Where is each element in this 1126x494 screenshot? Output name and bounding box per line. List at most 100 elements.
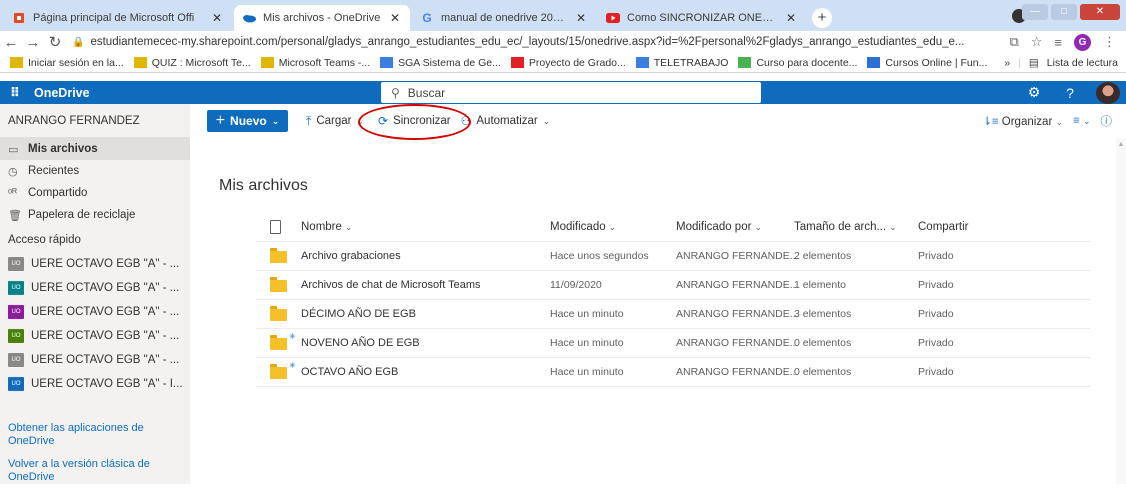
sync-button[interactable]: ⟳ Sincronizar (358, 104, 472, 140)
scrollbar[interactable]: ▲ (1116, 138, 1126, 484)
quick-access-item[interactable]: UO UERE OCTAVO EGB "A" - I... (0, 372, 190, 396)
upload-label: Cargar (316, 115, 352, 127)
site-icon: UO (8, 257, 24, 271)
table-row[interactable]: ✳ OCTAVO AÑO EGB Hace un minuto ANRANGO FER… (256, 358, 1090, 387)
onedrive-icon (242, 11, 256, 25)
office-icon (12, 11, 26, 25)
bookmark-item[interactable]: Proyecto de Grado... (510, 57, 626, 69)
quick-access-item[interactable]: UO UERE OCTAVO EGB "A" - ... (0, 276, 190, 300)
bookmark-item[interactable]: TELETRABAJO (635, 57, 728, 69)
browser-tab-youtube[interactable]: Como SINCRONIZAR ONEDRIVE ✕ (598, 5, 806, 31)
close-tab-icon[interactable]: ✕ (390, 11, 402, 25)
star-icon[interactable]: ☆ (1031, 34, 1043, 50)
forward-arrow-icon[interactable]: → (22, 34, 44, 51)
bookmark-icon (380, 57, 394, 68)
tab-title: Como SINCRONIZAR ONEDRIVE (627, 12, 780, 24)
bookmark-item[interactable]: Microsoft Teams -... (260, 57, 370, 69)
bookmark-icon (510, 57, 524, 68)
onedrive-brand[interactable]: OneDrive (34, 86, 90, 100)
profile-avatar[interactable]: G (1074, 33, 1091, 51)
view-options-button[interactable]: ≡ ⌄ (1073, 115, 1090, 127)
scroll-up-icon[interactable]: ▲ (1116, 141, 1126, 148)
column-name[interactable]: Nombre ⌄ (301, 221, 352, 233)
reading-list-label[interactable]: Lista de lectura (1047, 57, 1118, 69)
app-launcher-icon[interactable]: ⠿ (0, 85, 30, 101)
reload-icon[interactable]: ↻ (44, 33, 66, 51)
search-input[interactable]: ⚲ Buscar (381, 82, 761, 103)
column-modified[interactable]: Modificado ⌄ (550, 221, 616, 233)
quick-access-item[interactable]: UO UERE OCTAVO EGB "A" - ... (0, 300, 190, 324)
browser-tab-onedrive[interactable]: Mis archivos - OneDrive ✕ (234, 5, 410, 31)
folder-icon: ▭ (8, 143, 19, 156)
maximize-icon[interactable]: □ (1051, 4, 1077, 20)
bookmark-item[interactable]: Cursos Online | Fun... (867, 57, 987, 69)
folder-icon (270, 248, 287, 263)
column-label: Modificado (550, 221, 606, 233)
close-window-icon[interactable]: ✕ (1080, 4, 1120, 20)
bookmarks-bar: Iniciar sesión en la... QUIZ : Microsoft … (0, 53, 1126, 73)
cell-name[interactable]: Archivo grabaciones (301, 250, 401, 262)
cell-sharing: Privado (918, 308, 954, 320)
file-type-icon[interactable] (270, 220, 281, 234)
cell-name[interactable]: DÉCIMO AÑO DE EGB (301, 308, 416, 320)
sort-icon: ⇂≡ (982, 116, 999, 128)
sidebar-item-compartido[interactable]: ᵒᴿ Compartido (0, 182, 190, 204)
sort-button[interactable]: ⇂≡ Organizar ⌄ (982, 114, 1063, 128)
bookmark-label: Cursos Online | Fun... (885, 56, 988, 69)
cell-name[interactable]: Archivos de chat de Microsoft Teams (301, 279, 481, 291)
lock-icon[interactable]: 🔒 (72, 37, 84, 48)
table-row[interactable]: DÉCIMO AÑO DE EGB Hace un minuto ANRANGO F… (256, 300, 1090, 329)
cell-name[interactable]: NOVENO AÑO DE EGB (301, 337, 420, 349)
sidebar-item-mis-archivos[interactable]: ▭ Mis archivos (0, 138, 190, 160)
bookmark-item[interactable]: Curso para docente... (738, 57, 857, 69)
minimize-icon[interactable]: — (1022, 4, 1048, 20)
bookmark-label: SGA Sistema de Ge... (398, 56, 501, 69)
quick-access-item[interactable]: UO UERE OCTAVO EGB "A" - ... (0, 252, 190, 276)
table-row[interactable]: Archivos de chat de Microsoft Teams 11/09… (256, 271, 1090, 300)
column-sharing[interactable]: Compartir (918, 221, 968, 233)
upload-button[interactable]: ⤒ Cargar ⌄ (306, 114, 364, 129)
bookmark-label: Curso para docente... (756, 56, 858, 69)
sidebar-item-papelera-de-reciclaje[interactable]: 🗑 Papelera de reciclaje (0, 204, 190, 226)
tab-title: manual de onedrive 2021 - Busca (441, 12, 570, 24)
automate-button[interactable]: ⚇ Automatizar ⌄ (461, 114, 551, 128)
cell-modified: Hace un minuto (550, 308, 624, 320)
table-row[interactable]: ✳ NOVENO AÑO DE EGB Hace un minuto ANRANGO … (256, 329, 1090, 358)
info-icon[interactable]: ⓘ (1101, 113, 1113, 129)
column-size[interactable]: Tamaño de arch... ⌄ (794, 221, 897, 233)
quick-access-item[interactable]: UO UERE OCTAVO EGB "A" - ... (0, 348, 190, 372)
column-modified-by[interactable]: Modificado por ⌄ (676, 221, 762, 233)
menu-kebab-icon[interactable]: ⋮ (1103, 34, 1116, 50)
more-bookmarks-icon[interactable]: » (1004, 57, 1010, 69)
chevron-down-icon: ⌄ (754, 222, 762, 232)
help-icon[interactable]: ? (1060, 85, 1080, 101)
cell-name[interactable]: OCTAVO AÑO EGB (301, 366, 398, 378)
avatar[interactable] (1096, 81, 1120, 104)
close-tab-icon[interactable]: ✕ (212, 11, 224, 25)
quick-access-label: UERE OCTAVO EGB "A" - ... (31, 282, 180, 294)
chevron-down-icon: ⌄ (889, 222, 897, 232)
bookmark-item[interactable]: Iniciar sesión en la... (10, 57, 124, 69)
quick-access-label: UERE OCTAVO EGB "A" - ... (31, 354, 180, 366)
gear-icon[interactable]: ⚙ (1024, 84, 1044, 101)
sidebar-item-label: Compartido (28, 187, 88, 199)
close-tab-icon[interactable]: ✕ (786, 11, 798, 25)
bookmark-item[interactable]: QUIZ : Microsoft Te... (133, 57, 251, 69)
url-field[interactable]: 🔒 estudiantemecec-my.sharepoint.com/pers… (72, 32, 1003, 52)
close-tab-icon[interactable]: ✕ (576, 11, 588, 25)
back-arrow-icon[interactable]: ← (0, 34, 22, 51)
new-tab-button[interactable]: + (812, 8, 832, 28)
translate-icon[interactable]: ⧉ (1009, 34, 1018, 50)
quick-access-item[interactable]: UO UERE OCTAVO EGB "A" - ... (0, 324, 190, 348)
bookmark-icon (867, 57, 881, 68)
get-apps-link[interactable]: Obtener las aplicaciones de OneDrive (8, 422, 183, 448)
new-button[interactable]: + Nuevo ⌄ (207, 110, 288, 132)
sidebar-item-recientes[interactable]: ◷ Recientes (0, 160, 190, 182)
browser-tab-office[interactable]: Página principal de Microsoft Offi ✕ (4, 5, 232, 31)
reading-list-icon[interactable]: ▤ (1029, 57, 1039, 69)
table-row[interactable]: Archivo grabaciones Hace unos segundos ANR… (256, 242, 1090, 271)
classic-version-link[interactable]: Volver a la versión clásica de OneDrive (8, 458, 183, 484)
browser-tab-google[interactable]: G manual de onedrive 2021 - Busca ✕ (412, 5, 596, 31)
reading-list-icon[interactable]: ≡ (1054, 35, 1062, 50)
bookmark-item[interactable]: SGA Sistema de Ge... (380, 57, 501, 69)
